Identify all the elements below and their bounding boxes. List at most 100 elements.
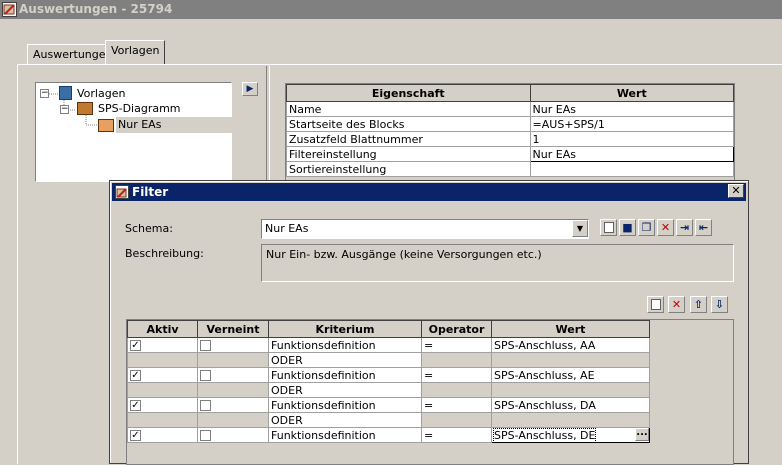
aktiv-cell[interactable]: ✓ xyxy=(127,397,198,413)
aktiv-checkbox[interactable]: ✓ xyxy=(130,370,141,381)
aktiv-checkbox[interactable]: ✓ xyxy=(130,430,141,441)
verneint-cell[interactable] xyxy=(197,397,269,413)
column-header-wert[interactable]: Wert xyxy=(491,320,650,338)
wert-cell[interactable]: SPS-Anschluss, AA xyxy=(491,337,650,353)
tree-item-sps-diagramm[interactable]: SPS-Diagramm xyxy=(98,101,181,117)
property-value[interactable]: =AUS+SPS/1 xyxy=(529,116,735,132)
kriterium-cell[interactable]: Funktionsdefinition xyxy=(268,427,422,443)
verneint-cell xyxy=(197,382,269,398)
filter-row-or[interactable]: ODER xyxy=(127,382,650,398)
property-value[interactable] xyxy=(529,161,735,177)
aktiv-cell[interactable]: ✓ xyxy=(127,367,198,383)
kriterium-cell[interactable]: Funktionsdefinition xyxy=(268,397,422,413)
export-schema-button[interactable]: ⇤ xyxy=(695,219,712,236)
close-button[interactable]: ✕ xyxy=(728,184,744,198)
import-icon: ⇥ xyxy=(679,221,690,234)
aktiv-checkbox[interactable]: ✓ xyxy=(130,340,141,351)
column-header-verneint[interactable]: Verneint xyxy=(197,320,269,338)
delete-row-button[interactable]: ✕ xyxy=(668,296,685,313)
delete-schema-button[interactable]: ✕ xyxy=(657,219,674,236)
kriterium-cell[interactable]: ODER xyxy=(268,412,422,428)
verneint-cell xyxy=(197,352,269,368)
move-down-button[interactable]: ⇩ xyxy=(711,296,728,313)
property-value[interactable]: 1 xyxy=(529,131,735,147)
ellipsis-button[interactable]: ... xyxy=(635,428,649,441)
filter-dialog: Filter ✕ Schema: Nur EAs ▼ ■ ❐ ✕ ⇥ ⇤ Bes… xyxy=(109,180,749,465)
verneint-checkbox[interactable] xyxy=(200,370,211,381)
column-header-operator[interactable]: Operator xyxy=(421,320,492,338)
save-schema-button[interactable]: ■ xyxy=(619,219,636,236)
property-value[interactable]: Nur EAs xyxy=(529,101,735,117)
column-header-kriterium[interactable]: Kriterium xyxy=(268,320,422,338)
add-row-button[interactable] xyxy=(647,296,664,313)
collapse-toggle-sps[interactable]: − xyxy=(60,105,69,114)
property-name: Zusatzfeld Blattnummer xyxy=(286,131,531,147)
filter-row[interactable]: ✓ Funktionsdefinition = SPS-Anschluss, D… xyxy=(127,427,650,443)
template-icon xyxy=(98,119,114,132)
wert-value: SPS-Anschluss, DE xyxy=(492,428,597,442)
operator-cell[interactable]: = xyxy=(421,397,492,413)
verneint-cell[interactable] xyxy=(197,367,269,383)
aktiv-cell[interactable]: ✓ xyxy=(127,427,198,443)
filter-row[interactable]: ✓ Funktionsdefinition = SPS-Anschluss, A… xyxy=(127,367,650,383)
verneint-checkbox[interactable] xyxy=(200,430,211,441)
schema-value: Nur EAs xyxy=(265,222,309,235)
description-field[interactable]: Nur Ein- bzw. Ausgänge (keine Versorgung… xyxy=(261,244,734,282)
filter-row[interactable]: ✓ Funktionsdefinition = SPS-Anschluss, A… xyxy=(127,337,650,353)
property-row[interactable]: Startseite des Blocks =AUS+SPS/1 xyxy=(286,116,735,132)
column-header-wert[interactable]: Wert xyxy=(529,84,735,102)
verneint-cell xyxy=(197,412,269,428)
property-value[interactable]: Nur EAs xyxy=(529,146,735,162)
copy-schema-button[interactable]: ❐ xyxy=(638,219,655,236)
chest-icon xyxy=(77,102,93,115)
verneint-checkbox[interactable] xyxy=(200,340,211,351)
tree-item-nur-eas[interactable]: Nur EAs xyxy=(116,117,232,133)
wert-cell xyxy=(491,352,650,368)
kriterium-cell[interactable]: Funktionsdefinition xyxy=(268,337,422,353)
tree-item-vorlagen[interactable]: Vorlagen xyxy=(77,86,125,102)
template-tree[interactable]: − Vorlagen − SPS-Diagramm Nur EAs xyxy=(35,82,232,182)
aktiv-checkbox[interactable]: ✓ xyxy=(130,400,141,411)
delete-icon: ✕ xyxy=(660,221,671,234)
delete-icon: ✕ xyxy=(671,298,682,311)
verneint-cell[interactable] xyxy=(197,337,269,353)
filter-row[interactable]: ✓ Funktionsdefinition = SPS-Anschluss, D… xyxy=(127,397,650,413)
tab-vorlagen[interactable]: Vorlagen xyxy=(105,40,166,65)
arrow-down-icon: ⇩ xyxy=(714,298,725,311)
property-row[interactable]: Zusatzfeld Blattnummer 1 xyxy=(286,131,735,147)
kriterium-cell[interactable]: ODER xyxy=(268,352,422,368)
tree-label: Vorlagen xyxy=(77,87,126,100)
operator-cell[interactable]: = xyxy=(421,367,492,383)
verneint-cell[interactable] xyxy=(197,427,269,443)
filter-row-or[interactable]: ODER xyxy=(127,352,650,368)
property-row[interactable]: Name Nur EAs xyxy=(286,101,735,117)
new-schema-button[interactable] xyxy=(600,219,617,236)
filter-row-or[interactable]: ODER xyxy=(127,412,650,428)
operator-cell[interactable]: = xyxy=(421,337,492,353)
wert-cell-active[interactable]: SPS-Anschluss, DE ... xyxy=(491,427,650,443)
wert-cell xyxy=(491,382,650,398)
description-value: Nur Ein- bzw. Ausgänge (keine Versorgung… xyxy=(266,248,542,261)
move-up-button[interactable]: ⇧ xyxy=(690,296,707,313)
tree-label: SPS-Diagramm xyxy=(98,102,181,115)
property-row[interactable]: Sortiereinstellung xyxy=(286,161,735,177)
kriterium-cell[interactable]: ODER xyxy=(268,382,422,398)
kriterium-cell[interactable]: Funktionsdefinition xyxy=(268,367,422,383)
operator-cell[interactable]: = xyxy=(421,427,492,443)
import-schema-button[interactable]: ⇥ xyxy=(676,219,693,236)
schema-select[interactable]: Nur EAs ▼ xyxy=(261,219,589,239)
move-right-button[interactable]: ▶ xyxy=(242,82,258,96)
save-icon: ■ xyxy=(622,221,633,234)
dialog-title: Filter xyxy=(132,185,169,199)
window-title: Auswertungen - 25794 xyxy=(19,2,173,16)
chevron-down-icon[interactable]: ▼ xyxy=(572,220,588,237)
splitter[interactable] xyxy=(266,66,270,186)
collapse-toggle-root[interactable]: − xyxy=(40,89,49,98)
aktiv-cell[interactable]: ✓ xyxy=(127,337,198,353)
property-row[interactable]: Filtereinstellung Nur EAs xyxy=(286,146,735,162)
column-header-eigenschaft[interactable]: Eigenschaft xyxy=(286,84,531,102)
column-header-aktiv[interactable]: Aktiv xyxy=(127,320,198,338)
wert-cell[interactable]: SPS-Anschluss, DA xyxy=(491,397,650,413)
wert-cell[interactable]: SPS-Anschluss, AE xyxy=(491,367,650,383)
verneint-checkbox[interactable] xyxy=(200,400,211,411)
